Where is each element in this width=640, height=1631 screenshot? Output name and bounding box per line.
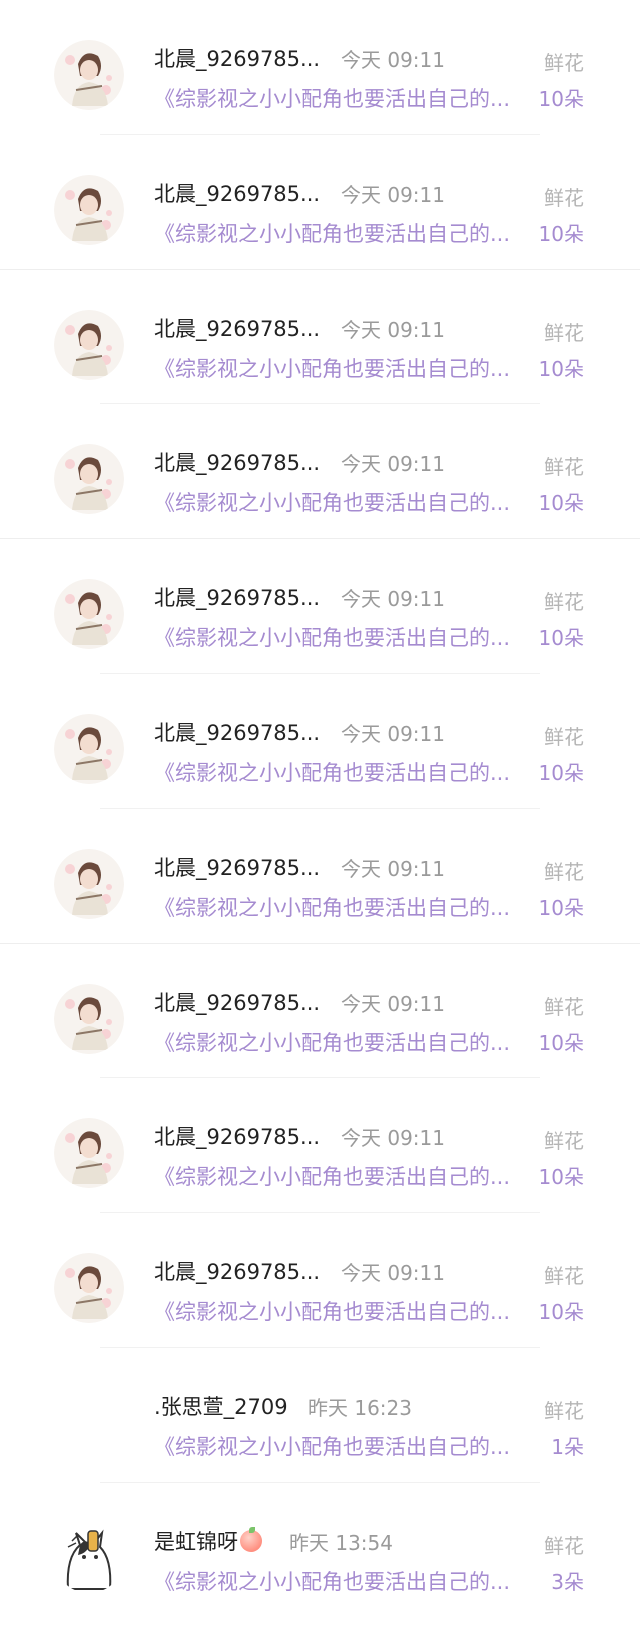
book-title[interactable]: 《综影视之小小配角也要活出自己的...	[154, 487, 532, 517]
username[interactable]: 北晨_9269785...	[154, 1256, 320, 1286]
gift-count: 10朵	[538, 895, 584, 920]
book-title[interactable]: 《综影视之小小配角也要活出自己的...	[154, 218, 532, 248]
girl-avatar[interactable]	[54, 309, 124, 380]
username[interactable]: 北晨_9269785...	[154, 313, 320, 343]
timestamp: 今天 09:11	[341, 1126, 445, 1151]
timestamp: 今天 09:11	[341, 721, 445, 746]
list-item[interactable]: 北晨_9269785... 今天 09:11 鲜花 《综影视之小小配角也要活出自…	[0, 1078, 640, 1214]
list-item[interactable]: .张思萱_2709 昨天 16:23 鲜花 《综影视之小小配角也要活出自己的..…	[0, 1348, 640, 1483]
timestamp: 今天 09:11	[341, 587, 445, 612]
book-title[interactable]: 《综影视之小小配角也要活出自己的...	[154, 1027, 532, 1057]
username[interactable]: 北晨_9269785...	[154, 178, 320, 208]
book-title[interactable]: 《综影视之小小配角也要活出自己的...	[154, 1161, 532, 1191]
gift-type: 鲜花	[544, 1533, 584, 1558]
girl-avatar[interactable]	[54, 579, 124, 650]
gift-type: 鲜花	[544, 51, 584, 75]
list-item[interactable]: 北晨_9269785... 今天 09:11 鲜花 《综影视之小小配角也要活出自…	[0, 539, 640, 674]
username-text: 是虹锦呀	[154, 1529, 238, 1554]
book-title[interactable]: 《综影视之小小配角也要活出自己的...	[154, 1296, 532, 1326]
book-title[interactable]: 《综影视之小小配角也要活出自己的...	[154, 83, 532, 113]
gift-count: 10朵	[538, 221, 584, 246]
timestamp: 今天 09:11	[341, 991, 445, 1016]
cat-avatar[interactable]	[54, 1522, 124, 1593]
username[interactable]: 北晨_9269785...	[154, 987, 320, 1017]
gift-type: 鲜花	[544, 1129, 584, 1154]
gift-count: 3朵	[551, 1569, 584, 1594]
timestamp: 今天 09:11	[341, 856, 445, 881]
gift-type: 鲜花	[544, 185, 584, 210]
gift-type: 鲜花	[544, 1264, 584, 1289]
username[interactable]: 北晨_9269785...	[154, 582, 320, 612]
timestamp: 今天 09:11	[341, 182, 445, 207]
gift-count: 10朵	[538, 760, 584, 785]
timestamp: 昨天 13:54	[289, 1530, 393, 1555]
girl-avatar[interactable]	[54, 713, 124, 784]
girl-avatar[interactable]	[54, 1253, 124, 1324]
gift-type: 鲜花	[544, 590, 584, 615]
girl-avatar[interactable]	[54, 174, 124, 245]
gift-list: 北晨_9269785... 今天 09:11 鲜花 《综影视之小小配角也要活出自…	[0, 0, 640, 1618]
list-item[interactable]: 北晨_9269785... 今天 09:11 鲜花 《综影视之小小配角也要活出自…	[0, 135, 640, 270]
gift-count: 10朵	[538, 1300, 584, 1325]
list-item[interactable]: 北晨_9269785... 今天 09:11 鲜花 《综影视之小小配角也要活出自…	[0, 0, 640, 135]
timestamp: 昨天 16:23	[308, 1395, 412, 1420]
girl-avatar[interactable]	[54, 40, 124, 110]
timestamp: 今天 09:11	[341, 317, 445, 342]
girl-avatar[interactable]	[54, 1118, 124, 1189]
username[interactable]: 北晨_9269785...	[154, 43, 320, 73]
username[interactable]: 北晨_9269785...	[154, 852, 320, 882]
gift-type: 鲜花	[544, 320, 584, 345]
girl-avatar[interactable]	[54, 444, 124, 515]
username[interactable]: .张思萱_2709	[154, 1391, 288, 1421]
list-item[interactable]: 北晨_9269785... 今天 09:11 鲜花 《综影视之小小配角也要活出自…	[0, 404, 640, 540]
girl-avatar[interactable]	[54, 983, 124, 1054]
book-title[interactable]: 《综影视之小小配角也要活出自己的...	[154, 892, 532, 922]
book-title[interactable]: 《综影视之小小配角也要活出自己的...	[154, 353, 532, 383]
gift-count: 10朵	[538, 1030, 584, 1055]
list-item[interactable]: 北晨_9269785... 今天 09:11 鲜花 《综影视之小小配角也要活出自…	[0, 270, 640, 405]
username[interactable]: 北晨_9269785...	[154, 447, 320, 477]
timestamp: 今天 09:11	[341, 48, 445, 72]
peach-icon	[240, 1526, 262, 1552]
list-item[interactable]: 北晨_9269785... 今天 09:11 鲜花 《综影视之小小配角也要活出自…	[0, 944, 640, 1079]
gift-type: 鲜花	[544, 455, 584, 480]
gift-count: 10朵	[538, 491, 584, 516]
gift-count: 10朵	[538, 1165, 584, 1190]
book-title[interactable]: 《综影视之小小配角也要活出自己的...	[154, 622, 532, 652]
list-item[interactable]: 北晨_9269785... 今天 09:11 鲜花 《综影视之小小配角也要活出自…	[0, 674, 640, 809]
gift-count: 10朵	[538, 87, 584, 111]
gift-count: 10朵	[538, 356, 584, 381]
girl-avatar[interactable]	[54, 848, 124, 919]
book-title[interactable]: 《综影视之小小配角也要活出自己的...	[154, 757, 532, 787]
book-title[interactable]: 《综影视之小小配角也要活出自己的...	[154, 1566, 532, 1596]
gift-type: 鲜花	[544, 724, 584, 749]
list-item[interactable]: 北晨_9269785... 今天 09:11 鲜花 《综影视之小小配角也要活出自…	[0, 1213, 640, 1348]
gift-count: 10朵	[538, 626, 584, 651]
gift-type: 鲜花	[544, 994, 584, 1019]
username[interactable]: 是虹锦呀	[154, 1526, 262, 1556]
gift-count: 1朵	[551, 1434, 584, 1459]
username[interactable]: 北晨_9269785...	[154, 1121, 320, 1151]
book-title[interactable]: 《综影视之小小配角也要活出自己的...	[154, 1431, 532, 1461]
gift-type: 鲜花	[544, 859, 584, 884]
username[interactable]: 北晨_9269785...	[154, 717, 320, 747]
timestamp: 今天 09:11	[341, 452, 445, 477]
list-item[interactable]: 是虹锦呀 昨天 13:54 鲜花 《综影视之小小配角也要活出自己的... 3朵	[0, 1483, 640, 1618]
list-item[interactable]: 北晨_9269785... 今天 09:11 鲜花 《综影视之小小配角也要活出自…	[0, 809, 640, 944]
gift-type: 鲜花	[544, 1398, 584, 1423]
timestamp: 今天 09:11	[341, 1261, 445, 1286]
